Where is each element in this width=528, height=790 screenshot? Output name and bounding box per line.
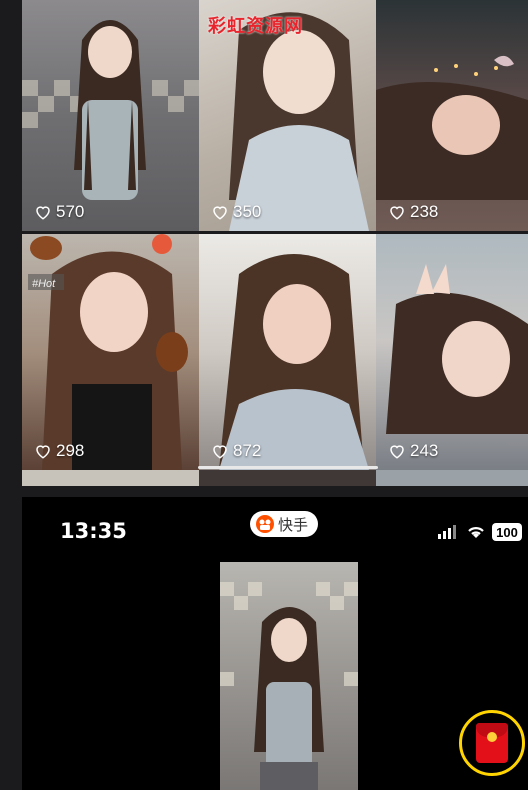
next-row-peek <box>22 470 528 486</box>
thumbnail-image <box>22 20 199 200</box>
like-count-value: 350 <box>233 202 262 221</box>
like-count: 298 <box>34 441 84 461</box>
app-badge[interactable]: 快手 <box>250 511 319 537</box>
thumbnail-image <box>376 55 528 200</box>
hot-tag: #Hot <box>32 278 56 290</box>
app-name: 快手 <box>278 515 309 534</box>
video-tile[interactable]: 872 <box>199 234 376 470</box>
heart-icon <box>390 445 404 459</box>
thumbnail-image <box>219 254 369 470</box>
like-count-value: 238 <box>410 202 439 221</box>
like-count-value: 872 <box>233 441 262 460</box>
video-tile[interactable]: 243 <box>376 234 528 470</box>
heart-icon <box>213 206 227 220</box>
red-packet-button[interactable] <box>459 710 525 776</box>
status-time: 13:35 <box>60 519 127 543</box>
signal-icon <box>438 525 456 539</box>
phone-screen: 13:35 快手 100 <box>22 497 528 790</box>
watermark: 彩虹资源网 <box>208 16 303 37</box>
video-preview[interactable] <box>220 562 358 790</box>
video-tile[interactable]: #Hot 298 <box>22 234 199 470</box>
scroll-indicator[interactable] <box>198 466 378 469</box>
thumbnail-image <box>28 234 188 470</box>
video-grid: 570 350 238 #Hot 298 872 243 <box>22 0 528 470</box>
like-count: 350 <box>211 202 261 222</box>
like-count-value: 298 <box>56 441 85 460</box>
heart-icon <box>36 206 50 220</box>
heart-icon <box>36 445 50 459</box>
video-tile[interactable]: 238 <box>376 0 528 231</box>
wifi-icon <box>468 527 484 538</box>
like-count-value: 570 <box>56 202 85 221</box>
like-count: 238 <box>388 202 438 222</box>
video-tile[interactable]: 570 <box>22 0 199 231</box>
heart-icon <box>213 445 227 459</box>
like-count: 243 <box>388 441 438 461</box>
like-count-value: 243 <box>410 441 439 460</box>
like-count: 570 <box>34 202 84 222</box>
red-envelope-icon <box>476 723 508 763</box>
status-icons: 100 <box>438 523 522 541</box>
kuaishou-logo-icon <box>256 515 274 533</box>
preview-image <box>220 582 358 790</box>
battery-indicator: 100 <box>492 523 522 541</box>
thumbnail-image <box>386 264 528 434</box>
heart-icon <box>390 206 404 220</box>
like-count: 872 <box>211 441 261 461</box>
